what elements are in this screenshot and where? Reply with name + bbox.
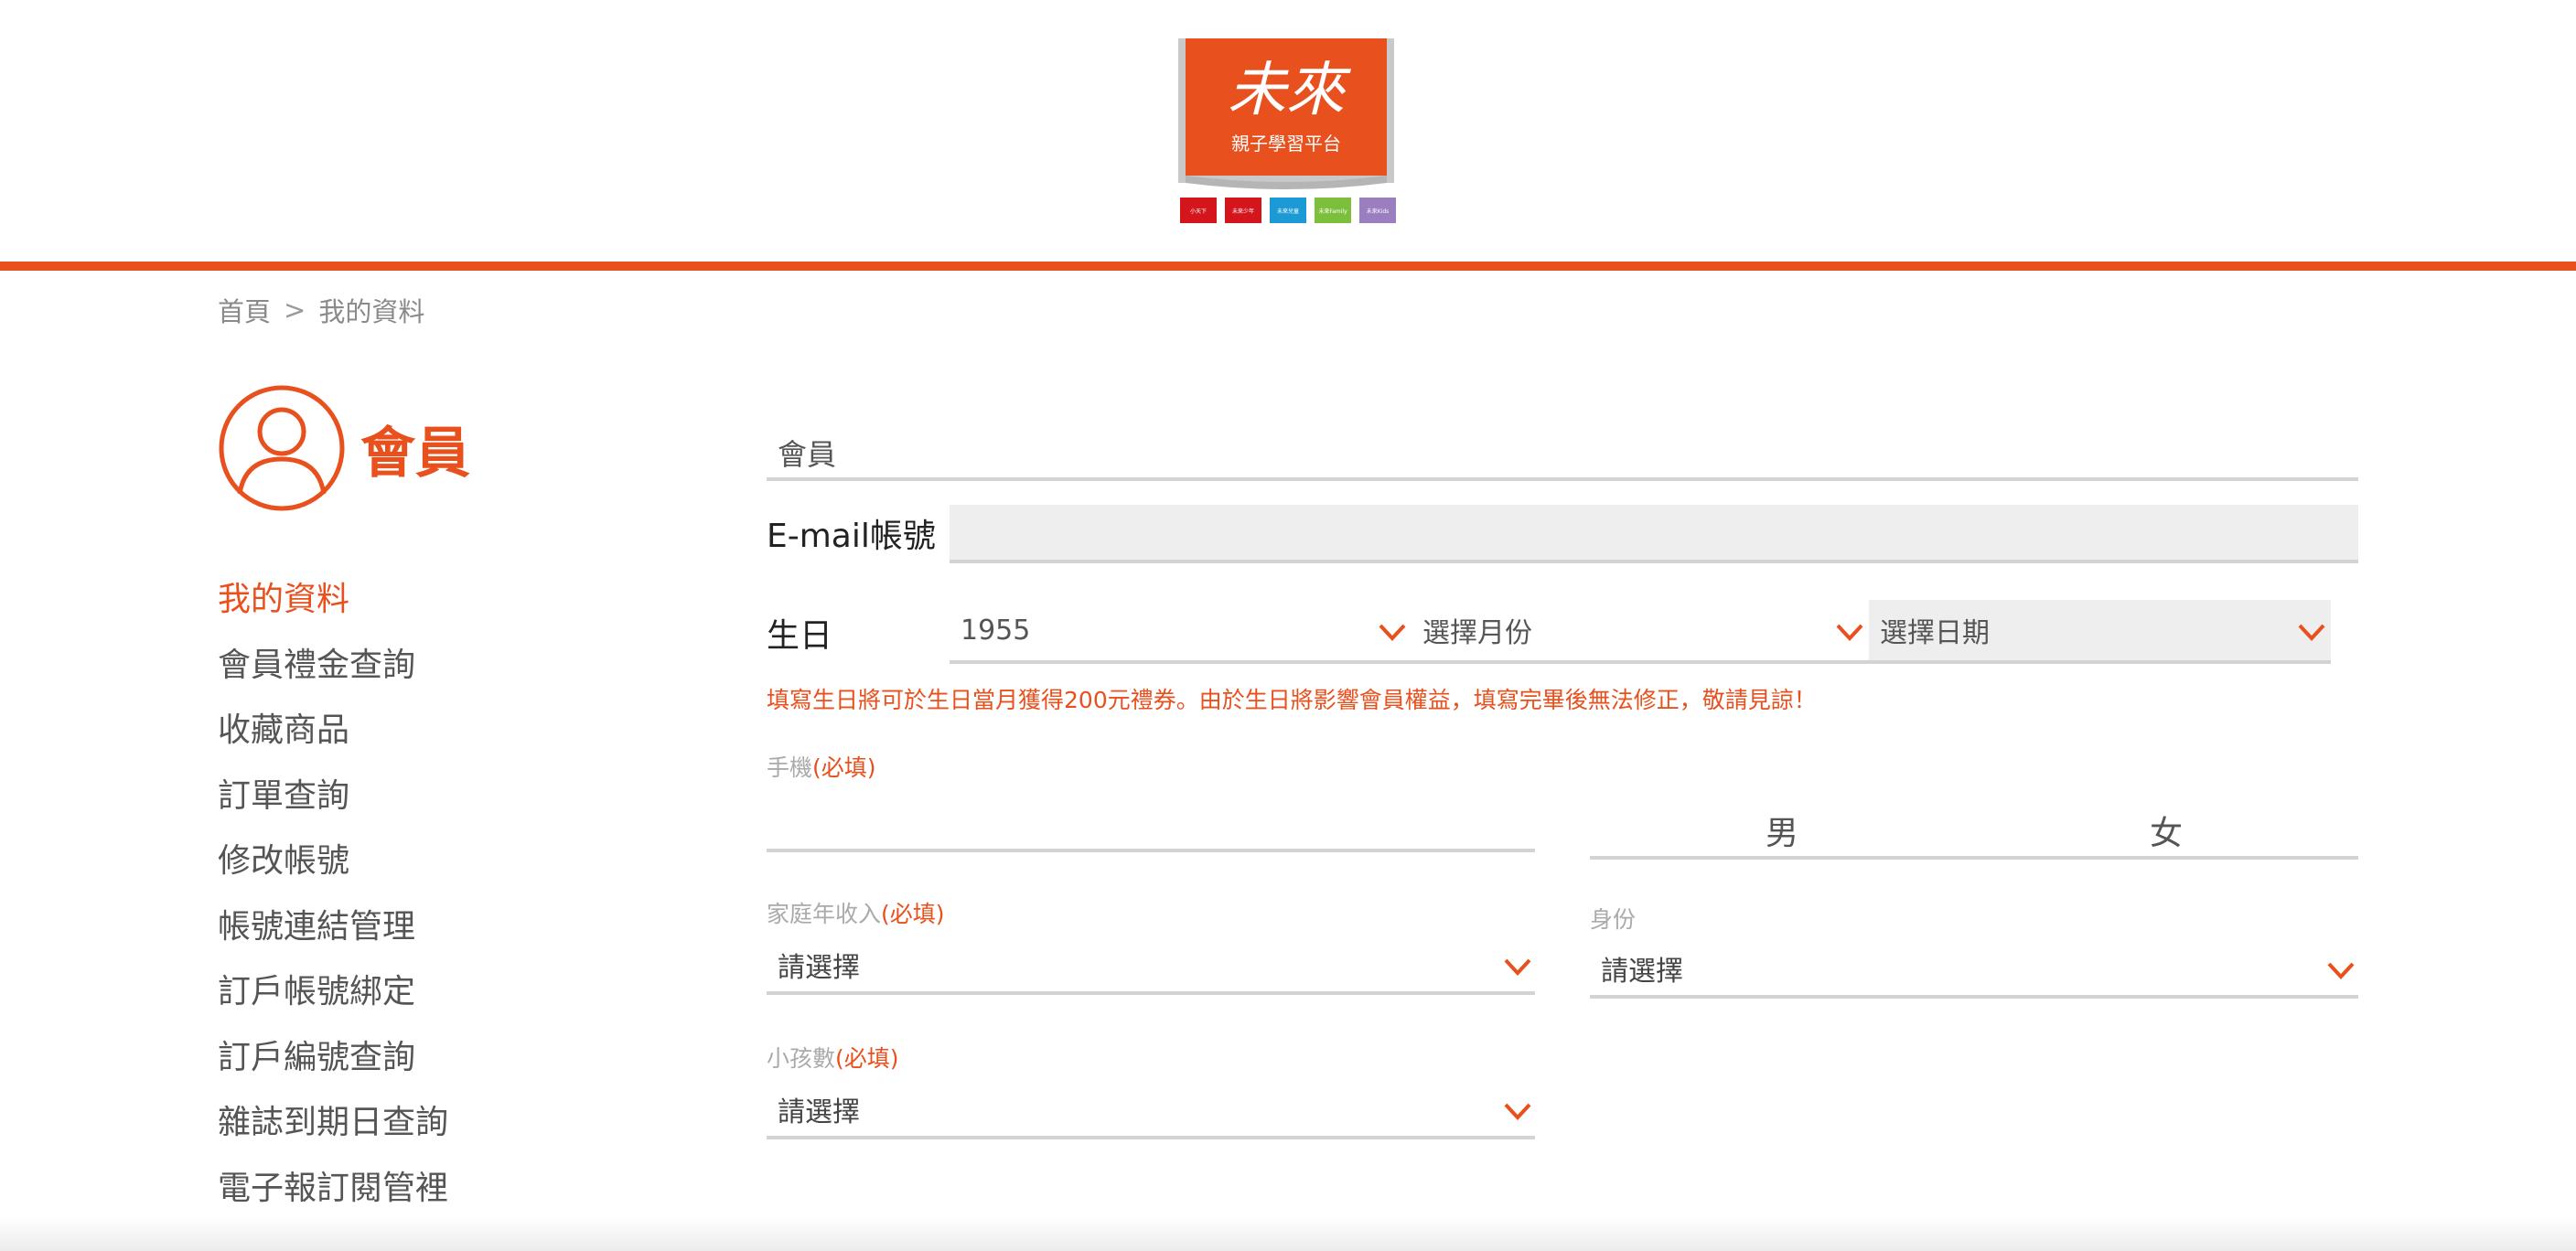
birth-year-value: 1955 — [961, 614, 1031, 647]
sidebar-item[interactable]: 修改帳號 — [218, 836, 448, 902]
sidebar-item[interactable]: 帳號連結管理 — [218, 902, 448, 968]
chevron-down-icon — [1836, 624, 1863, 641]
income-label: 家庭年收入(必填) — [767, 896, 945, 929]
breadcrumb-current: 我的資料 — [318, 296, 425, 327]
phone-required-mark: (必填) — [812, 754, 876, 781]
children-select[interactable]: 請選擇 — [767, 1083, 1535, 1139]
phone-label: 手機(必填) — [767, 750, 876, 783]
birth-month-select[interactable]: 選擇月份 — [1411, 600, 1869, 664]
identity-value: 請選擇 — [1601, 956, 1683, 988]
chevron-down-icon — [1504, 958, 1531, 976]
income-value: 請選擇 — [778, 952, 860, 984]
sidebar-item[interactable]: 雜誌到期日查詢 — [218, 1097, 448, 1163]
user-circle-icon — [219, 385, 345, 511]
email-row: E-mail帳號 — [767, 503, 2358, 563]
sidebar-item[interactable]: 我的資料 — [218, 574, 448, 640]
birth-day-placeholder: 選擇日期 — [1880, 617, 1990, 649]
sidebar-item[interactable]: 訂戶帳號綁定 — [218, 967, 448, 1032]
email-label: E-mail帳號 — [767, 518, 936, 555]
sidebar-item[interactable]: 收藏商品 — [218, 705, 448, 771]
gender-selector: 男 女 — [1590, 796, 2358, 860]
logo-tab-label: 未來Kids — [1367, 208, 1390, 215]
identity-label-text: 身份 — [1590, 906, 1637, 933]
breadcrumb: 首頁 > 我的資料 — [218, 291, 424, 329]
birth-year-select[interactable]: 1955 — [950, 600, 1411, 664]
chevron-down-icon — [2327, 962, 2355, 979]
chevron-down-icon — [1504, 1103, 1531, 1120]
identity-select[interactable]: 請選擇 — [1590, 942, 2358, 999]
member-title: 會員 — [360, 421, 470, 486]
member-heading: 會員 — [218, 384, 470, 512]
income-select[interactable]: 請選擇 — [767, 938, 1535, 995]
site-logo[interactable]: 未來 親子學習平台 小天下 未來少年 未來兒童 未來Family 未來Kids — [1175, 35, 1401, 227]
logo-tab-label: 未來少年 — [1232, 208, 1254, 215]
logo-tab-label: 小天下 — [1190, 208, 1207, 215]
breadcrumb-home[interactable]: 首頁 — [218, 291, 271, 329]
children-label-text: 小孩數 — [767, 1045, 836, 1072]
sidebar-item[interactable]: 訂單查詢 — [218, 771, 448, 837]
phone-input[interactable] — [767, 792, 1535, 852]
chevron-down-icon — [1379, 624, 1406, 641]
birthday-note: 填寫生日將可於生日當月獲得200元禮券。由於生日將影響會員權益，填寫完畢後無法修… — [767, 687, 1817, 713]
gender-male-option[interactable]: 男 — [1766, 807, 1798, 854]
logo-tab-label: 未來Family — [1318, 208, 1347, 215]
email-field[interactable] — [950, 505, 2358, 563]
site-header: 未來 親子學習平台 小天下 未來少年 未來兒童 未來Family 未來Kids — [0, 0, 2576, 271]
identity-label: 身份 — [1590, 902, 1636, 935]
header-accent-bar — [0, 262, 2576, 271]
breadcrumb-separator: > — [284, 294, 306, 326]
birth-day-select[interactable]: 選擇日期 — [1869, 600, 2331, 664]
chevron-down-icon — [2298, 624, 2325, 641]
income-label-text: 家庭年收入 — [767, 901, 882, 927]
gender-female-option[interactable]: 女 — [2150, 807, 2183, 854]
birthday-label: 生日 — [767, 617, 833, 655]
sidebar-menu: 我的資料 會員禮金查詢 收藏商品 訂單查詢 修改帳號 帳號連結管理 訂戶帳號綁定 訂戶編號查詢… — [218, 574, 448, 1228]
form-section-title: 會員 — [778, 437, 837, 472]
children-value: 請選擇 — [778, 1096, 860, 1128]
logo-tab-label: 未來兒童 — [1277, 208, 1299, 215]
sidebar-item[interactable]: 訂戶編號查詢 — [218, 1032, 448, 1098]
children-required-mark: (必填) — [835, 1045, 899, 1072]
children-label: 小孩數(必填) — [767, 1041, 899, 1074]
phone-label-text: 手機 — [767, 754, 813, 781]
income-required-mark: (必填) — [881, 901, 945, 927]
birth-month-placeholder: 選擇月份 — [1422, 617, 1532, 649]
form-section-header: 會員 — [767, 426, 2358, 481]
svg-text:親子學習平台: 親子學習平台 — [1231, 133, 1341, 155]
sidebar-item[interactable]: 會員禮金查詢 — [218, 640, 448, 706]
svg-text:未來: 未來 — [1228, 57, 1352, 124]
birthday-row: 生日 1955 選擇月份 選擇日期 — [767, 600, 2358, 664]
bottom-shadow — [0, 1216, 2576, 1251]
